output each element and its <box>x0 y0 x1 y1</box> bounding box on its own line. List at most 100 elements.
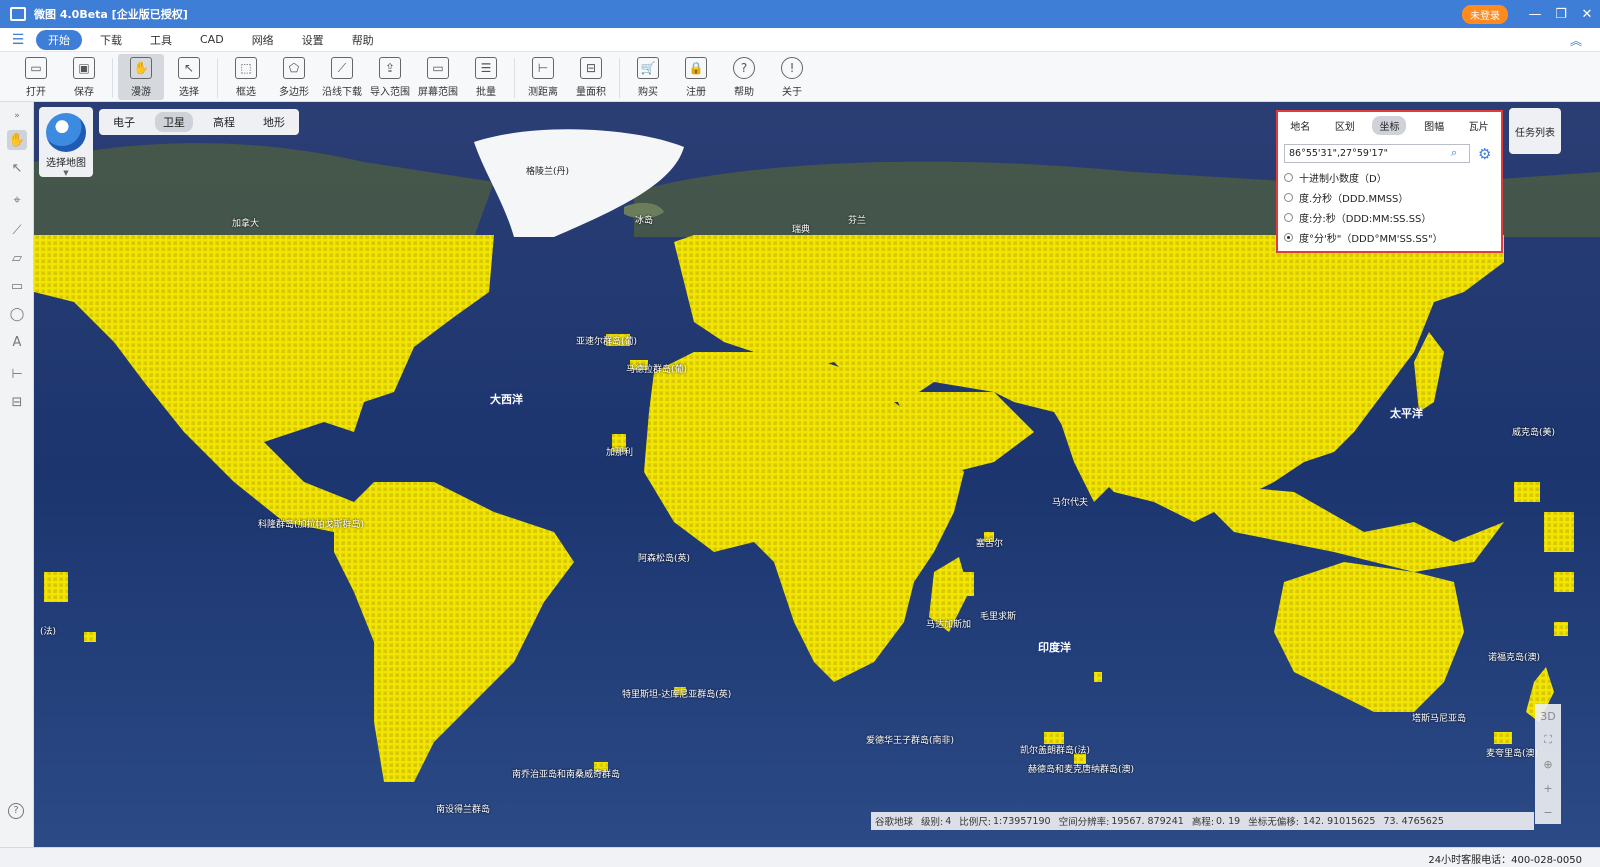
format-option-dms-colon[interactable]: 度:分:秒（DDD:MM:SS.SS） <box>1284 210 1431 225</box>
task-list-button[interactable]: 任务列表 <box>1509 108 1561 154</box>
tool-screen-button[interactable]: ▭ 屏幕范围 <box>415 54 461 100</box>
menu-download[interactable]: 下载 <box>86 32 136 48</box>
status-resolution-label: 空间分辨率: <box>1058 817 1110 828</box>
menu-help[interactable]: 帮助 <box>338 32 388 48</box>
measure-area-icon[interactable]: ⊟ <box>7 392 27 412</box>
format-option-dmmss[interactable]: 度.分秒（DDD.MMSS） <box>1284 190 1408 205</box>
restore-button[interactable]: ❐ <box>1548 7 1574 22</box>
radio-dms-colon[interactable] <box>1284 213 1293 222</box>
tool-folder-button[interactable]: ▭ 打开 <box>13 54 59 100</box>
label-galapagos: 科隆群岛(加拉帕戈斯群岛) <box>258 520 365 530</box>
chevron-down-icon: ▼ <box>63 169 69 177</box>
cursor-icon: ↖ <box>178 57 200 79</box>
polyline-tool-icon[interactable]: ⟋ <box>7 220 27 240</box>
status-resolution: 19567. 879241 <box>1111 815 1184 827</box>
tool-area-button[interactable]: ⊟ 量面积 <box>568 54 614 100</box>
menu-start[interactable]: 开始 <box>36 29 82 50</box>
radio-dmmss[interactable] <box>1284 193 1293 202</box>
import-icon: ⇪ <box>379 57 401 79</box>
menu-tools[interactable]: 工具 <box>136 32 186 48</box>
toolbar-separator <box>217 58 218 98</box>
folder-icon: ▭ <box>25 57 47 79</box>
tool-label: 漫游 <box>131 87 151 98</box>
locate-icon[interactable]: ⊕ <box>1535 752 1561 776</box>
fullscreen-icon[interactable]: ⛶ <box>1535 728 1561 752</box>
radio-decimal[interactable] <box>1284 173 1293 182</box>
tool-label: 批量 <box>476 87 496 98</box>
text-tool-icon[interactable]: A <box>7 332 27 352</box>
status-coord-label: 坐标无偏移: <box>1248 817 1299 828</box>
tool-info-button[interactable]: ! 关于 <box>769 54 815 100</box>
map-type-terrain[interactable]: 地形 <box>255 112 293 132</box>
label-madeira: 马德拉群岛(葡) <box>626 365 688 375</box>
measure-distance-icon[interactable]: ⊢ <box>7 364 27 384</box>
format-option-decimal[interactable]: 十进制小数度（D） <box>1284 170 1387 185</box>
tool-batch-button[interactable]: ☰ 批量 <box>463 54 509 100</box>
minimize-button[interactable]: — <box>1522 7 1548 22</box>
tool-hand-button[interactable]: ✋ 漫游 <box>118 54 164 100</box>
tool-polygon-button[interactable]: ⬠ 多边形 <box>271 54 317 100</box>
map-type-satellite[interactable]: 卫星 <box>155 112 193 132</box>
coordinate-input[interactable]: 86°55'31",27°59'17" <box>1284 144 1470 163</box>
tool-cart-button[interactable]: 🛒 购买 <box>625 54 671 100</box>
map-type-elevation[interactable]: 高程 <box>205 112 243 132</box>
tool-label: 保存 <box>74 87 94 98</box>
circle-tool-icon[interactable]: ◯ <box>7 304 27 324</box>
map-type-electronic[interactable]: 电子 <box>105 112 143 132</box>
label-wake: 威克岛(美) <box>1512 428 1556 438</box>
menu-network[interactable]: 网络 <box>238 32 288 48</box>
close-button[interactable]: ✕ <box>1574 7 1600 22</box>
label-macquarie: 麦夸里岛(澳) <box>1486 749 1539 759</box>
help-circle-icon[interactable]: ? <box>8 803 24 819</box>
zoom-out-button[interactable]: − <box>1535 800 1561 824</box>
tab-district[interactable]: 区划 <box>1328 116 1362 135</box>
label-canary: 加那利 <box>606 448 634 458</box>
collapse-ribbon-icon[interactable]: ︽ <box>1570 32 1582 49</box>
format-option-label: 度°分'秒"（DDD°MM'SS.SS"） <box>1299 234 1443 245</box>
3d-toggle-button[interactable]: 3D <box>1535 704 1561 728</box>
gear-icon[interactable]: ⚙ <box>1478 145 1491 163</box>
radio-dms-symbol[interactable] <box>1284 233 1293 242</box>
menu-hamburger-icon[interactable]: ☰ <box>0 32 36 48</box>
tool-box-select-button[interactable]: ⬚ 框选 <box>223 54 269 100</box>
search-icon[interactable]: ⌕ <box>1451 146 1457 160</box>
ruler-icon: ⊢ <box>532 57 554 79</box>
tool-label: 打开 <box>26 87 46 98</box>
pan-tool-icon[interactable]: ✋ <box>7 130 27 150</box>
toolbar-separator <box>619 58 620 98</box>
tool-label: 屏幕范围 <box>418 87 458 98</box>
point-tool-icon[interactable]: ⌖ <box>7 190 27 210</box>
format-option-dms-symbol[interactable]: 度°分'秒"（DDD°MM'SS.SS"） <box>1284 230 1443 245</box>
status-level-label: 级别: <box>921 817 944 828</box>
tab-tile[interactable]: 瓦片 <box>1462 116 1496 135</box>
label-kerguelen: 凯尔盖朗群岛(法) <box>1020 746 1091 756</box>
tool-ruler-button[interactable]: ⊢ 测距离 <box>520 54 566 100</box>
expand-panel-icon[interactable]: » <box>7 106 27 126</box>
zoom-in-button[interactable]: + <box>1535 776 1561 800</box>
tool-label: 购买 <box>638 87 658 98</box>
label-norfolk: 诺福克岛(澳) <box>1488 653 1541 663</box>
polygon-tool-icon[interactable]: ▱ <box>7 248 27 268</box>
map-type-switch: 电子 卫星 高程 地形 <box>99 109 299 135</box>
tool-save-button[interactable]: ▣ 保存 <box>61 54 107 100</box>
label-pacific-ocean: 太平洋 <box>1390 407 1423 420</box>
tab-coordinate[interactable]: 坐标 <box>1372 115 1407 135</box>
search-panel: 地名 区划 坐标 图幅 瓦片 86°55'31",27°59'17" ⌕ ⚙ 十… <box>1276 110 1503 253</box>
select-tool-icon[interactable]: ↖ <box>7 158 27 178</box>
menu-settings[interactable]: 设置 <box>288 32 338 48</box>
rectangle-tool-icon[interactable]: ▭ <box>7 276 27 296</box>
tool-label: 量面积 <box>576 87 606 98</box>
menu-cad[interactable]: CAD <box>186 33 238 46</box>
tool-line-download-button[interactable]: ⟋ 沿线下载 <box>319 54 365 100</box>
window-title: 微图 4.0Beta [企业版已授权] <box>34 8 188 21</box>
tool-import-button[interactable]: ⇪ 导入范围 <box>367 54 413 100</box>
polygon-icon: ⬠ <box>283 57 305 79</box>
choose-map-button[interactable]: 选择地图 ▼ <box>39 107 93 177</box>
tool-help-button[interactable]: ? 帮助 <box>721 54 767 100</box>
status-scale: 1:73957190 <box>992 815 1051 827</box>
login-button[interactable]: 未登录 <box>1462 4 1508 24</box>
tab-place-name[interactable]: 地名 <box>1283 116 1317 135</box>
tool-lock-button[interactable]: 🔒 注册 <box>673 54 719 100</box>
tool-cursor-button[interactable]: ↖ 选择 <box>166 54 212 100</box>
tab-map-sheet[interactable]: 图幅 <box>1417 116 1451 135</box>
